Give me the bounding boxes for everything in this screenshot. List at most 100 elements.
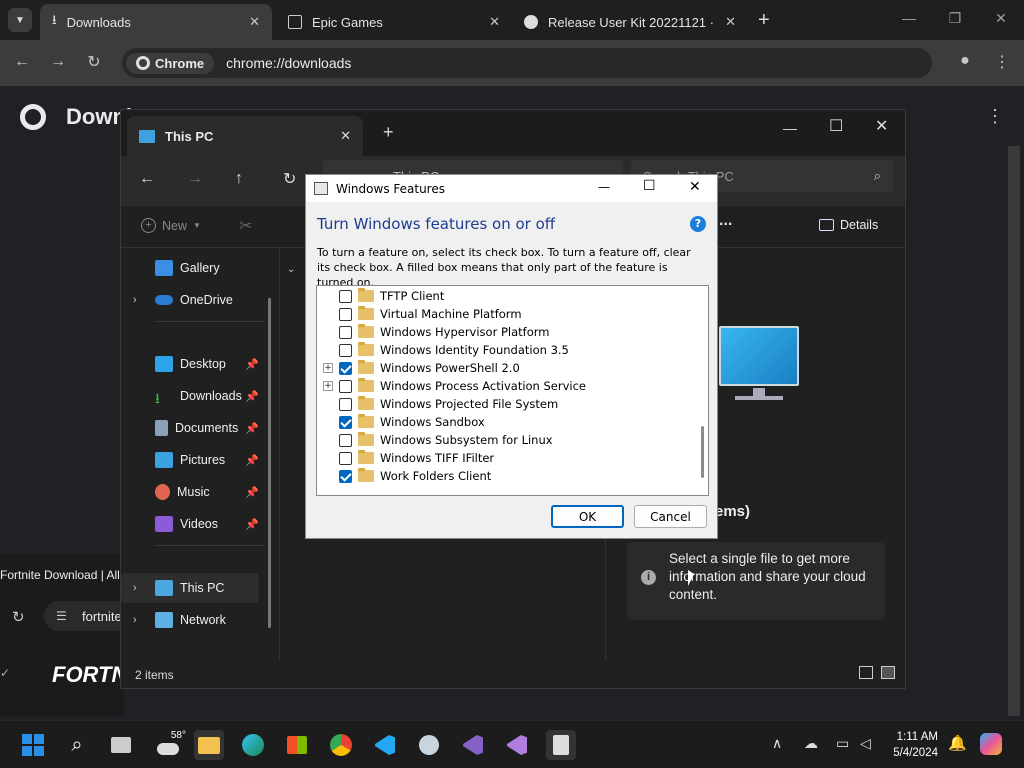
- sidebar-item-pictures[interactable]: Pictures 📌: [121, 445, 261, 475]
- feature-row[interactable]: Virtual Machine Platform: [317, 305, 522, 323]
- show-hidden-icons[interactable]: ∧: [772, 735, 782, 752]
- restore-icon[interactable]: ❐: [932, 10, 978, 27]
- tile-view-icon[interactable]: [881, 666, 895, 679]
- refresh-icon[interactable]: ↻: [283, 169, 296, 189]
- sidebar-item-network[interactable]: › Network: [121, 605, 261, 635]
- minimize-icon[interactable]: —: [598, 180, 610, 194]
- close-tab-icon[interactable]: ✕: [489, 14, 500, 30]
- more-options-button[interactable]: ...: [719, 212, 732, 230]
- feature-checkbox[interactable]: [339, 415, 352, 429]
- task-view-button[interactable]: [106, 730, 136, 760]
- taskbar-edge[interactable]: [238, 730, 268, 760]
- maximize-icon[interactable]: ☐: [829, 116, 843, 136]
- display-icon[interactable]: ▭: [836, 735, 849, 752]
- profile-icon[interactable]: ●: [953, 52, 977, 70]
- feature-checkbox[interactable]: [339, 469, 352, 483]
- sidebar-item-documents[interactable]: Documents 📌: [121, 413, 261, 443]
- taskbar-file-explorer[interactable]: [194, 730, 224, 760]
- pin-icon[interactable]: 📌: [245, 422, 259, 435]
- minimize-icon[interactable]: —: [783, 120, 797, 136]
- feature-checkbox[interactable]: [339, 325, 352, 339]
- feature-row[interactable]: Work Folders Client: [317, 467, 491, 485]
- maximize-icon[interactable]: ☐: [643, 178, 656, 194]
- clock[interactable]: 1:11 AM 5/4/2024: [888, 729, 938, 761]
- sidebar-item-onedrive[interactable]: › OneDrive: [121, 285, 261, 315]
- expand-icon[interactable]: +: [323, 363, 333, 373]
- chrome-menu-icon[interactable]: ⋮: [990, 52, 1014, 72]
- page-menu-icon[interactable]: ⋮: [986, 106, 1004, 127]
- forward-icon[interactable]: →: [46, 53, 70, 71]
- page-scrollbar[interactable]: [1008, 146, 1020, 716]
- sidebar-item-downloads[interactable]: ⭳ Downloads 📌: [121, 381, 261, 411]
- pin-icon[interactable]: 📌: [245, 486, 259, 499]
- taskbar-vscode[interactable]: [370, 730, 400, 760]
- weather-widget[interactable]: 58°: [150, 730, 186, 760]
- forward-icon[interactable]: →: [187, 170, 203, 188]
- feature-row[interactable]: + Windows Process Activation Service: [317, 377, 586, 395]
- omnibox[interactable]: Chrome chrome://downloads: [122, 48, 932, 78]
- close-tab-icon[interactable]: ✕: [725, 14, 736, 30]
- start-button[interactable]: [18, 730, 48, 760]
- close-window-icon[interactable]: ✕: [978, 10, 1024, 27]
- volume-icon[interactable]: ◁: [860, 735, 871, 752]
- feature-row[interactable]: Windows Subsystem for Linux: [317, 431, 553, 449]
- notification-bell-icon[interactable]: 🔔: [948, 734, 967, 752]
- background-omnibox[interactable]: ☰ fortnite: [44, 601, 124, 631]
- list-view-icon[interactable]: [859, 666, 873, 679]
- minimize-icon[interactable]: —: [886, 10, 932, 26]
- taskbar-visual-studio-preview[interactable]: [502, 730, 532, 760]
- reload-icon[interactable]: ↻: [82, 52, 106, 72]
- tab-epic-games[interactable]: Epic Games ✕: [276, 4, 512, 40]
- feature-row[interactable]: TFTP Client: [317, 287, 444, 305]
- new-tab-icon[interactable]: +: [758, 9, 770, 32]
- explorer-tab-this-pc[interactable]: This PC ✕: [127, 116, 363, 156]
- feature-checkbox[interactable]: [339, 433, 352, 447]
- taskbar-store[interactable]: [282, 730, 312, 760]
- background-tab-title[interactable]: Fortnite Download | All: [0, 568, 122, 582]
- feature-checkbox[interactable]: [339, 289, 352, 303]
- feature-row[interactable]: Windows TIFF IFilter: [317, 449, 494, 467]
- search-button[interactable]: ⌕: [62, 730, 92, 760]
- details-button[interactable]: Details: [819, 218, 878, 232]
- pin-icon[interactable]: 📌: [245, 518, 259, 531]
- feature-checkbox[interactable]: [339, 451, 352, 465]
- close-window-icon[interactable]: ✕: [875, 116, 888, 136]
- up-icon[interactable]: ↑: [235, 170, 243, 188]
- close-tab-icon[interactable]: ✕: [249, 14, 260, 30]
- tab-downloads[interactable]: ⭳ Downloads ✕: [40, 4, 272, 40]
- sidebar-item-this-pc[interactable]: › This PC: [121, 573, 259, 603]
- close-tab-icon[interactable]: ✕: [340, 128, 351, 144]
- network-icon[interactable]: ☁: [804, 735, 818, 752]
- cut-icon[interactable]: ✂: [239, 216, 252, 236]
- chevron-down-icon[interactable]: ⌄: [287, 264, 295, 275]
- help-icon[interactable]: ?: [690, 216, 706, 232]
- scrollbar-thumb[interactable]: [701, 426, 704, 478]
- feature-list-scrollbar[interactable]: [698, 286, 708, 495]
- copilot-icon[interactable]: [980, 733, 1002, 755]
- close-dialog-icon[interactable]: ✕: [689, 179, 701, 195]
- tab-release-user-kit[interactable]: Release User Kit 20221121 · Co ✕: [512, 4, 748, 40]
- new-button[interactable]: + New ▼: [141, 218, 201, 233]
- chevron-right-icon[interactable]: ›: [133, 294, 137, 306]
- pin-icon[interactable]: 📌: [245, 390, 259, 403]
- ok-button[interactable]: OK: [551, 505, 624, 528]
- taskbar-chrome[interactable]: [326, 730, 356, 760]
- pin-icon[interactable]: 📌: [245, 358, 259, 371]
- sidebar-item-videos[interactable]: Videos 📌: [121, 509, 261, 539]
- sidebar-scrollbar[interactable]: [268, 298, 271, 628]
- expand-icon[interactable]: +: [323, 381, 333, 391]
- feature-row[interactable]: Windows Identity Foundation 3.5: [317, 341, 569, 359]
- site-chip[interactable]: Chrome: [126, 52, 215, 74]
- sidebar-item-gallery[interactable]: Gallery: [121, 253, 261, 283]
- chevron-icon[interactable]: ✓: [0, 666, 10, 680]
- chevron-right-icon[interactable]: ›: [133, 582, 137, 594]
- feature-row[interactable]: Windows Hypervisor Platform: [317, 323, 549, 341]
- feature-checkbox[interactable]: [339, 307, 352, 321]
- back-icon[interactable]: ←: [139, 170, 155, 188]
- taskbar-steam[interactable]: [414, 730, 444, 760]
- taskbar-visual-studio[interactable]: [458, 730, 488, 760]
- cancel-button[interactable]: Cancel: [634, 505, 707, 528]
- feature-row[interactable]: + Windows PowerShell 2.0: [317, 359, 520, 377]
- site-settings-icon[interactable]: ☰: [56, 609, 67, 623]
- feature-checkbox[interactable]: [339, 361, 352, 375]
